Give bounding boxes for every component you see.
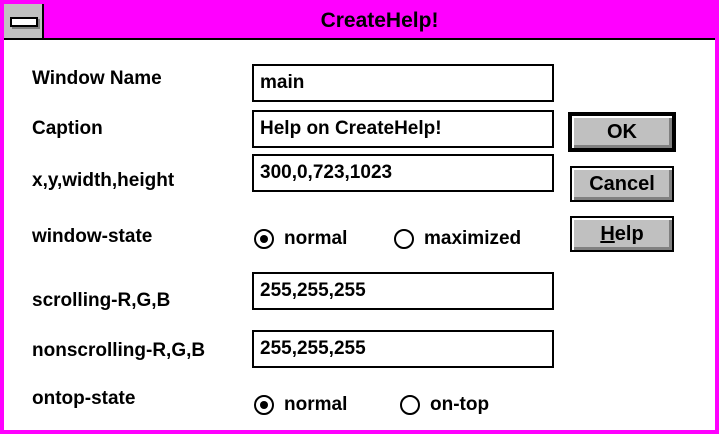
caption-field[interactable]: Help on CreateHelp! — [252, 110, 554, 148]
title-bar: CreateHelp! — [4, 4, 715, 40]
window-title: CreateHelp! — [320, 9, 439, 32]
nonscrolling-rgb-field[interactable]: 255,255,255 — [252, 330, 554, 368]
createhelp-dialog: CreateHelp! Window Name main Caption Hel… — [0, 0, 719, 434]
radio-unselected-icon — [394, 229, 414, 249]
caption-label: Caption — [32, 118, 103, 139]
system-menu-icon — [10, 17, 38, 27]
ontop-state-ontop-label: on-top — [430, 394, 490, 415]
window-state-normal-label: normal — [284, 228, 348, 249]
ontop-state-ontop-radio[interactable]: on-top — [400, 392, 489, 418]
window-state-maximized-label: maximized — [424, 228, 522, 249]
window-name-label: Window Name — [32, 68, 162, 89]
scrolling-rgb-field[interactable]: 255,255,255 — [252, 272, 554, 310]
ontop-state-label: ontop-state — [32, 388, 136, 409]
window-name-field[interactable]: main — [252, 64, 554, 102]
help-accelerator-letter: H — [600, 223, 615, 245]
radio-selected-icon — [254, 229, 274, 249]
window-state-label: window-state — [32, 226, 153, 247]
geometry-field[interactable]: 300,0,723,1023 — [252, 154, 554, 192]
window-state-maximized-radio[interactable]: maximized — [394, 226, 521, 252]
help-button-label-rest: elp — [614, 223, 644, 245]
help-button[interactable]: Help — [570, 216, 674, 252]
ontop-state-normal-label: normal — [284, 394, 348, 415]
scrolling-rgb-label: scrolling-R,G,B — [32, 290, 171, 311]
radio-selected-icon — [254, 395, 274, 415]
ok-button[interactable]: OK — [568, 112, 676, 152]
system-menu-button[interactable] — [4, 4, 44, 38]
window-state-normal-radio[interactable]: normal — [254, 226, 347, 252]
nonscrolling-rgb-label: nonscrolling-R,G,B — [32, 340, 206, 361]
cancel-button[interactable]: Cancel — [570, 166, 674, 202]
geometry-label: x,y,width,height — [32, 170, 175, 191]
ontop-state-normal-radio[interactable]: normal — [254, 392, 347, 418]
radio-unselected-icon — [400, 395, 420, 415]
